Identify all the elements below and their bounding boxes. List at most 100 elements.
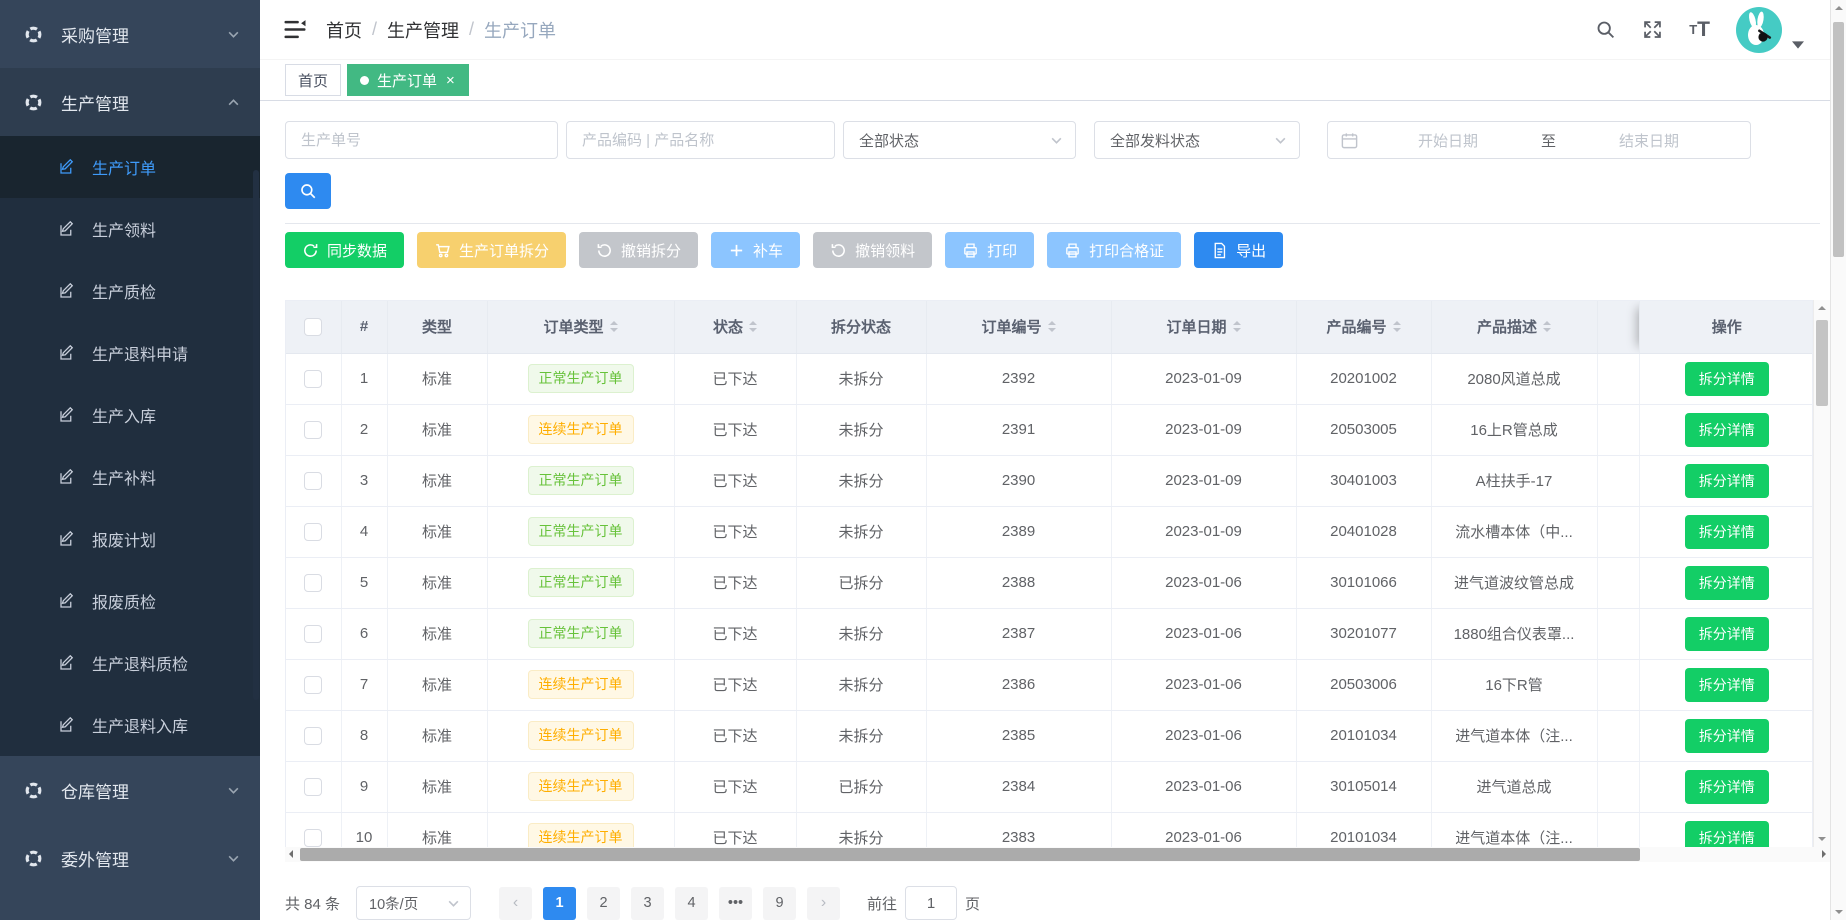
split-detail-button[interactable]: 拆分详情 [1685,770,1769,804]
sidebar-scrollbar-thumb[interactable] [253,170,259,700]
scroll-up-arrow[interactable] [1818,306,1826,310]
sidebar-item-报废计划[interactable]: 报废计划 [0,508,260,570]
sidebar-group-委外管理[interactable]: 委外管理 [0,824,260,892]
sidebar-item-生产订单[interactable]: 生产订单 [0,136,260,198]
font-size-button[interactable]: TT [1689,18,1710,42]
page-button-4[interactable]: 4 [675,887,708,920]
page-button-9[interactable]: 9 [763,887,796,920]
page-scroll-thumb[interactable] [1833,22,1844,257]
toolbar-button-撤销拆分[interactable]: 撤销拆分 [579,232,698,268]
sidebar-group-采购管理[interactable]: 采购管理 [0,0,260,68]
row-checkbox[interactable] [304,727,322,745]
header-search-button[interactable] [1595,19,1616,40]
avatar[interactable] [1736,7,1782,53]
sidebar-item-生产入库[interactable]: 生产入库 [0,384,260,446]
row-checkbox[interactable] [304,472,322,490]
column-header-order_no[interactable]: 订单编号 [926,301,1111,353]
column-header-order_type[interactable]: 订单类型 [487,301,674,353]
end-date-placeholder[interactable]: 结束日期 [1560,130,1738,151]
page-size-select[interactable]: 10条/页 [356,886,471,920]
sort-carets-icon[interactable] [749,321,757,332]
toolbar-button-补车[interactable]: 补车 [711,232,800,268]
row-checkbox[interactable] [304,421,322,439]
split-detail-button[interactable]: 拆分详情 [1685,515,1769,549]
split-detail-button[interactable]: 拆分详情 [1685,464,1769,498]
column-header-order_date[interactable]: 订单日期 [1111,301,1296,353]
tab-生产订单[interactable]: 生产订单 × [347,64,469,96]
cell-order_date: 2023-01-06 [1165,778,1242,795]
product-search-input[interactable] [566,121,835,159]
toolbar-button-导出[interactable]: 导出 [1194,232,1283,268]
sidebar-group-仓库管理[interactable]: 仓库管理 [0,756,260,824]
row-checkbox[interactable] [304,574,322,592]
row-checkbox[interactable] [304,625,322,643]
row-checkbox[interactable] [304,778,322,796]
scroll-right-arrow[interactable] [1822,850,1826,858]
toolbar-button-生产订单拆分[interactable]: 生产订单拆分 [417,232,566,268]
table-cell-product_desc: 1880组合仪表罩... [1431,608,1597,659]
sidebar-group-生产管理[interactable]: 生产管理 [0,68,260,136]
sort-carets-icon[interactable] [610,321,618,332]
column-header-status[interactable]: 状态 [674,301,796,353]
page-ellipsis[interactable]: ••• [719,887,752,920]
page-scroll-down-arrow[interactable] [1835,910,1843,914]
horizontal-scroll-thumb[interactable] [300,848,1640,861]
row-checkbox[interactable] [304,523,322,541]
split-detail-button[interactable]: 拆分详情 [1685,362,1769,396]
breadcrumb-item-首页[interactable]: 首页 [326,17,362,43]
order-type-tag: 正常生产订单 [528,568,634,597]
vertical-scroll-thumb[interactable] [1816,320,1828,406]
breadcrumb-item-生产管理[interactable]: 生产管理 [387,17,459,43]
column-header-product_no[interactable]: 产品编号 [1296,301,1431,353]
page-scroll-up-arrow[interactable] [1835,6,1843,10]
split-detail-button[interactable]: 拆分详情 [1685,668,1769,702]
toolbar-button-打印合格证[interactable]: 打印合格证 [1047,232,1181,268]
split-detail-button[interactable]: 拆分详情 [1685,413,1769,447]
prev-page-button[interactable]: ‹ [499,887,532,920]
scroll-left-arrow[interactable] [289,850,293,858]
row-checkbox[interactable] [304,676,322,694]
sidebar-item-生产退料申请[interactable]: 生产退料申请 [0,322,260,384]
toolbar-button-同步数据[interactable]: 同步数据 [285,232,404,268]
sidebar-item-生产退料入库[interactable]: 生产退料入库 [0,694,260,756]
sidebar-item-生产质检[interactable]: 生产质检 [0,260,260,322]
page-button-1[interactable]: 1 [543,887,576,920]
sidebar-item-生产退料质检[interactable]: 生产退料质检 [0,632,260,694]
next-page-button[interactable]: › [807,887,840,920]
toolbar-button-撤销领料[interactable]: 撤销领料 [813,232,932,268]
split-detail-button[interactable]: 拆分详情 [1685,821,1769,848]
status-select[interactable]: 全部状态 [843,121,1076,159]
toolbar-button-打印[interactable]: 打印 [945,232,1034,268]
page-button-3[interactable]: 3 [631,887,664,920]
table-vertical-scrollbar[interactable] [1813,300,1830,847]
split-detail-button[interactable]: 拆分详情 [1685,566,1769,600]
column-header-product_desc[interactable]: 产品描述 [1431,301,1597,353]
page-scrollbar[interactable] [1830,0,1846,920]
row-checkbox[interactable] [304,829,322,847]
sort-carets-icon[interactable] [1393,321,1401,332]
sidebar-toggle-button[interactable] [282,19,308,41]
start-date-placeholder[interactable]: 开始日期 [1359,130,1537,151]
select-all-checkbox[interactable] [304,318,322,336]
row-checkbox[interactable] [304,370,322,388]
tab-首页[interactable]: 首页 [285,64,341,96]
search-button[interactable] [285,173,331,209]
issue-status-select[interactable]: 全部发料状态 [1094,121,1300,159]
goto-page-input[interactable] [905,886,957,920]
sort-carets-icon[interactable] [1233,321,1241,332]
page-button-2[interactable]: 2 [587,887,620,920]
sort-carets-icon[interactable] [1543,321,1551,332]
sort-carets-icon[interactable] [1048,321,1056,332]
tab-close-icon[interactable]: × [445,73,456,88]
date-range-picker[interactable]: 开始日期 至 结束日期 [1327,121,1751,159]
scroll-down-arrow[interactable] [1818,837,1826,841]
user-menu[interactable] [1736,7,1804,53]
sidebar-item-生产领料[interactable]: 生产领料 [0,198,260,260]
table-horizontal-scrollbar[interactable] [285,847,1830,862]
sidebar-item-报废质检[interactable]: 报废质检 [0,570,260,632]
production-no-input[interactable] [285,121,558,159]
sidebar-item-生产补料[interactable]: 生产补料 [0,446,260,508]
split-detail-button[interactable]: 拆分详情 [1685,719,1769,753]
fullscreen-button[interactable] [1642,19,1663,40]
split-detail-button[interactable]: 拆分详情 [1685,617,1769,651]
